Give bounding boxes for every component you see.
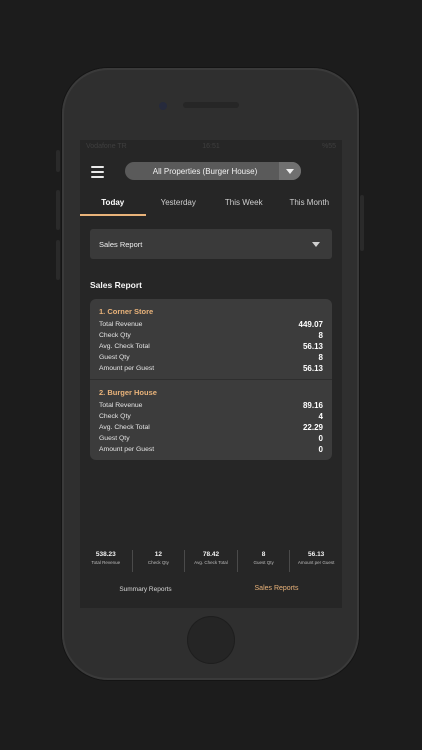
report-type-value: Sales Report (99, 240, 143, 249)
status-time: 16:51 (202, 143, 220, 150)
app-screen: Vodafone TR 16:51 %55 All Properties (Bu… (80, 140, 342, 608)
tab-summary-reports[interactable]: Summary Reports (80, 582, 211, 602)
property-select-value: All Properties (Burger House) (152, 166, 258, 176)
phone-power-button (360, 195, 364, 251)
tab-this-month[interactable]: This Month (277, 194, 343, 220)
stat-label: Check Qty (99, 332, 131, 339)
stat-value: 0 (318, 445, 323, 454)
stat-value: 56.13 (302, 342, 323, 351)
phone-volume-up (56, 190, 60, 230)
stat-value: 22.29 (302, 423, 323, 432)
totals-bar: 538.23 Total Revenue 12 Check Qty 78.42 Avg… (80, 550, 342, 572)
stat-label: Avg. Check Total (99, 424, 150, 431)
stat-value: 8 (318, 331, 323, 340)
tab-this-week[interactable]: This Week (211, 194, 277, 220)
front-camera (159, 102, 167, 110)
section-title: Sales Report (90, 280, 142, 290)
stat-row: Check Qty 8 (99, 331, 323, 343)
property-select-toggle[interactable] (279, 162, 301, 180)
home-button[interactable] (187, 616, 235, 664)
stat-label: Guest Qty (99, 354, 130, 361)
stat-label: Check Qty (99, 413, 131, 420)
stat-row: Amount per Guest 0 (99, 445, 323, 457)
stat-row: Check Qty 4 (99, 412, 323, 424)
store-name: 1. Corner Store (99, 307, 154, 316)
stat-row: Total Revenue 449.07 (99, 320, 323, 332)
dropdown-arrow-icon (312, 242, 320, 247)
total-label: Amount per Guest (297, 560, 335, 565)
phone-mute-switch (56, 150, 60, 172)
total-value: 538.23 (95, 551, 116, 558)
period-tabs: Today Yesterday This Week This Month (80, 194, 342, 220)
stat-row: Guest Qty 0 (99, 434, 323, 446)
total-value: 56.13 (308, 551, 325, 558)
battery-label: %55 (321, 143, 336, 150)
status-bar: Vodafone TR 16:51 %55 (80, 140, 342, 154)
phone-volume-down (56, 240, 60, 280)
earpiece-speaker (183, 102, 239, 108)
stat-value: 56.13 (302, 364, 323, 373)
stat-label: Guest Qty (99, 435, 130, 442)
stat-label: Amount per Guest (99, 365, 155, 372)
total-value: 8 (261, 551, 266, 558)
tab-yesterday[interactable]: Yesterday (146, 194, 212, 220)
stat-label: Total Revenue (99, 321, 143, 328)
total-value: 78.42 (202, 551, 220, 558)
stat-row: Amount per Guest 56.13 (99, 364, 323, 376)
store-card: 1. Corner Store Total Revenue 449.07 Chec… (90, 299, 332, 379)
hamburger-menu-icon[interactable] (91, 166, 105, 178)
total-value: 12 (154, 551, 162, 558)
total-label: Avg. Check Total (194, 560, 228, 565)
total-label: Total Revenue (91, 560, 121, 565)
stat-label: Avg. Check Total (99, 343, 150, 350)
amount-per-guest-summary: 56.13 Amount per Guest (289, 550, 342, 572)
stat-row: Avg. Check Total 56.13 (99, 342, 323, 354)
stat-value: 4 (318, 412, 323, 421)
stat-row: Avg. Check Total 22.29 (99, 423, 323, 435)
store-cards: 1. Corner Store Total Revenue 449.07 Chec… (90, 299, 332, 460)
stat-row: Guest Qty 8 (99, 353, 323, 365)
stat-value: 449.07 (298, 320, 323, 329)
bottom-tab-bar: Summary Reports Sales Reports (80, 582, 342, 602)
stat-value: 8 (318, 353, 323, 362)
stat-value: 0 (318, 434, 323, 443)
total-label: Check Qty (147, 560, 169, 565)
stat-label: Amount per Guest (99, 446, 155, 453)
check-qty-summary: 12 Check Qty (131, 550, 185, 572)
stat-row: Total Revenue 89.16 (99, 401, 323, 413)
tab-today[interactable]: Today (80, 194, 146, 220)
report-type-select[interactable]: Sales Report (90, 229, 332, 259)
total-label: Guest Qty (253, 560, 274, 565)
property-select[interactable]: All Properties (Burger House) (125, 162, 301, 180)
stat-label: Total Revenue (99, 402, 143, 409)
avg-check-summary: 78.42 Avg. Check Total (184, 550, 237, 572)
total-revenue-summary: 538.23 Total Revenue (80, 550, 132, 572)
stat-value: 89.16 (302, 401, 323, 410)
store-name: 2. Burger House (99, 388, 157, 397)
tab-sales-reports[interactable]: Sales Reports (211, 582, 342, 602)
store-card: 2. Burger House Total Revenue 89.16 Check… (90, 380, 332, 460)
guest-qty-summary: 8 Guest Qty (236, 550, 290, 572)
chevron-down-icon (286, 168, 294, 174)
